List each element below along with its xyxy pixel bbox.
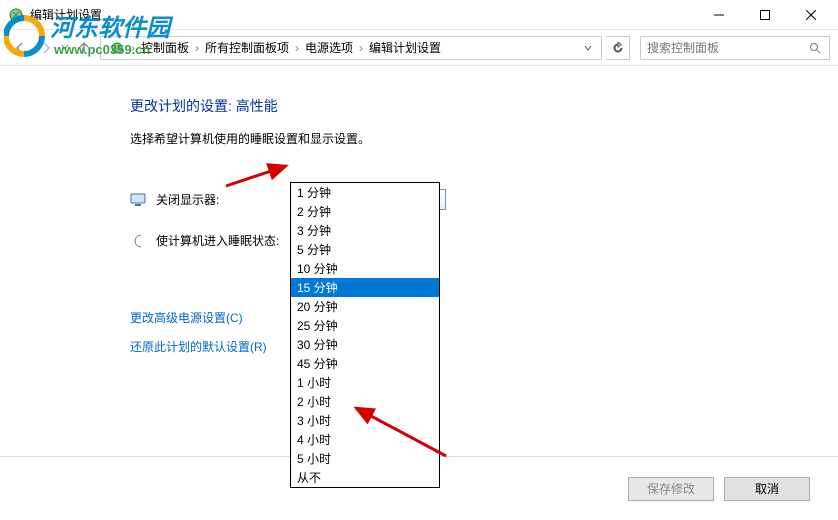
dropdown-option[interactable]: 20 分钟 xyxy=(291,297,439,316)
window-title: 编辑计划设置 xyxy=(30,6,696,23)
close-button[interactable] xyxy=(788,0,834,30)
links-section: 更改高级电源设置(C) 还原此计划的默认设置(R) xyxy=(130,309,814,355)
chevron-down-icon[interactable] xyxy=(579,44,597,52)
forward-button[interactable] xyxy=(34,36,58,60)
breadcrumb-item[interactable]: 所有控制面板项 xyxy=(201,39,293,56)
page-heading: 更改计划的设置: 高性能 xyxy=(130,96,814,116)
navbar: › 控制面板 › 所有控制面板项 › 电源选项 › 编辑计划设置 xyxy=(0,30,838,66)
cancel-button[interactable]: 取消 xyxy=(724,477,810,501)
restore-defaults-link[interactable]: 还原此计划的默认设置(R) xyxy=(130,338,814,355)
setting-sleep-row: 使计算机进入睡眠状态: xyxy=(130,232,814,249)
search-box[interactable] xyxy=(640,36,830,60)
dropdown-option[interactable]: 10 分钟 xyxy=(291,259,439,278)
setting-display-off-row: 关闭显示器: 15 分钟 ⌄ xyxy=(130,189,814,210)
dropdown-option[interactable]: 2 分钟 xyxy=(291,202,439,221)
history-dropdown[interactable] xyxy=(60,36,70,58)
save-button[interactable]: 保存修改 xyxy=(628,477,714,501)
dropdown-option[interactable]: 2 小时 xyxy=(291,392,439,411)
page-subheading: 选择希望计算机使用的睡眠设置和显示设置。 xyxy=(130,130,814,147)
minimize-button[interactable] xyxy=(696,0,742,30)
dropdown-option[interactable]: 1 分钟 xyxy=(291,183,439,202)
app-icon xyxy=(8,7,24,23)
back-button[interactable] xyxy=(8,36,32,60)
moon-icon xyxy=(130,233,146,249)
chevron-right-icon: › xyxy=(193,41,201,55)
dropdown-option[interactable]: 45 分钟 xyxy=(291,354,439,373)
search-input[interactable] xyxy=(647,41,807,55)
dropdown-option[interactable]: 15 分钟 xyxy=(291,278,439,297)
dropdown-option[interactable]: 3 小时 xyxy=(291,411,439,430)
display-off-dropdown[interactable]: 1 分钟2 分钟3 分钟5 分钟10 分钟15 分钟20 分钟25 分钟30 分… xyxy=(290,182,440,488)
dropdown-option[interactable]: 25 分钟 xyxy=(291,316,439,335)
maximize-button[interactable] xyxy=(742,0,788,30)
dropdown-option[interactable]: 3 分钟 xyxy=(291,221,439,240)
dropdown-option[interactable]: 从不 xyxy=(291,468,439,487)
power-icon xyxy=(109,40,125,56)
dropdown-option[interactable]: 4 小时 xyxy=(291,430,439,449)
up-button[interactable] xyxy=(72,36,96,60)
advanced-power-link[interactable]: 更改高级电源设置(C) xyxy=(130,309,814,326)
breadcrumb[interactable]: › 控制面板 › 所有控制面板项 › 电源选项 › 编辑计划设置 xyxy=(100,36,602,60)
breadcrumb-item[interactable]: 编辑计划设置 xyxy=(365,39,445,56)
chevron-right-icon: › xyxy=(129,41,137,55)
refresh-button[interactable] xyxy=(606,36,630,60)
breadcrumb-item[interactable]: 电源选项 xyxy=(301,39,357,56)
search-icon[interactable] xyxy=(807,40,823,56)
dropdown-option[interactable]: 30 分钟 xyxy=(291,335,439,354)
monitor-icon xyxy=(130,192,146,208)
titlebar: 编辑计划设置 xyxy=(0,0,838,30)
sleep-label: 使计算机进入睡眠状态: xyxy=(156,232,286,249)
chevron-right-icon: › xyxy=(293,41,301,55)
heading-plan-name: 高性能 xyxy=(236,98,278,114)
dropdown-option[interactable]: 5 小时 xyxy=(291,449,439,468)
breadcrumb-item[interactable]: 控制面板 xyxy=(137,39,193,56)
nav-arrows xyxy=(8,36,96,60)
window-controls xyxy=(696,0,834,30)
display-off-label: 关闭显示器: xyxy=(156,191,286,208)
dropdown-option[interactable]: 1 小时 xyxy=(291,373,439,392)
dropdown-option[interactable]: 5 分钟 xyxy=(291,240,439,259)
chevron-right-icon: › xyxy=(357,41,365,55)
heading-prefix: 更改计划的设置: xyxy=(130,98,236,114)
